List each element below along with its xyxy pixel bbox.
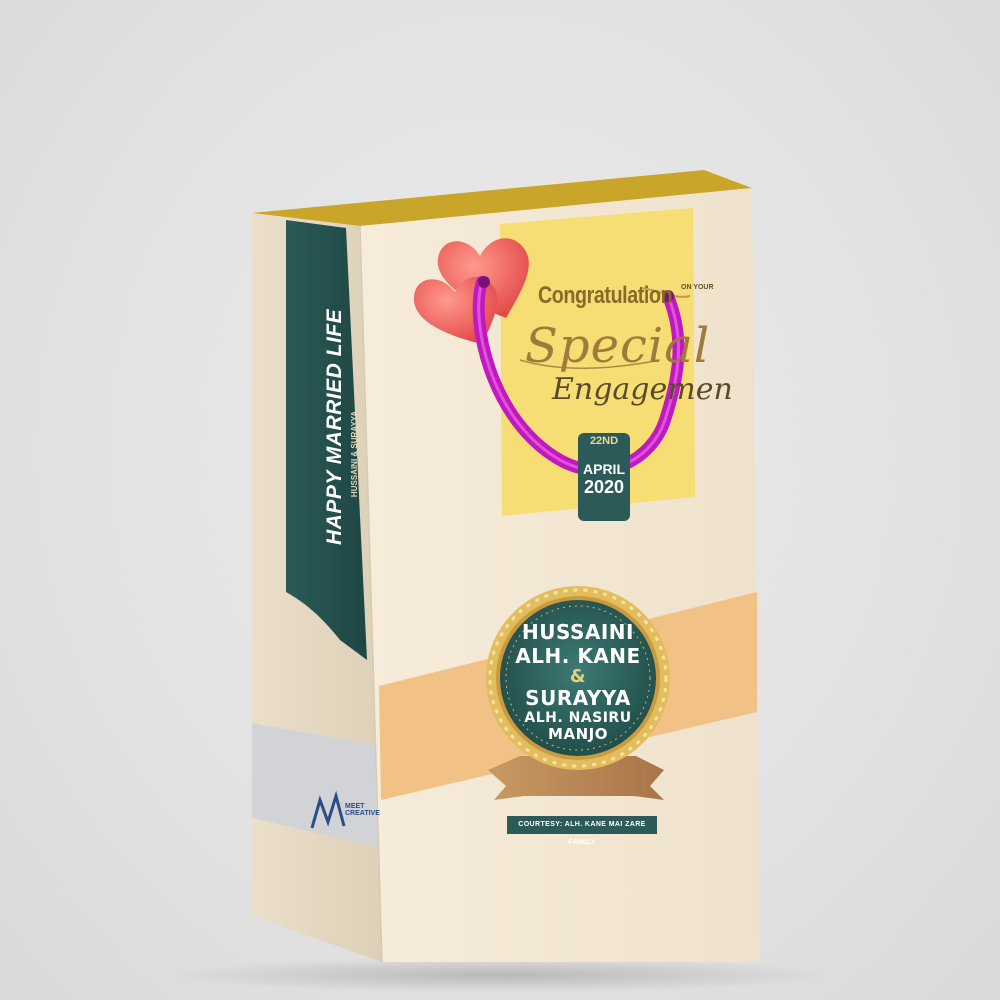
- date-month: APRIL: [583, 461, 625, 477]
- date-day: 22ND: [589, 435, 619, 447]
- seal-name-line-2: ALH. KANE: [515, 644, 641, 668]
- shopping-bag-illustration: [170, 170, 830, 993]
- brand-logo-line-1: MEET: [345, 803, 365, 810]
- congratulations-text: Congratulation: [538, 282, 673, 309]
- brand-logo-text: MEET CREATIVE: [345, 803, 380, 818]
- seal-name-line-1: HUSSAINI: [522, 620, 634, 644]
- seal-name-line-4: ALH. NASIRU: [524, 710, 632, 726]
- seal-name-line-3: SURAYYA: [525, 686, 631, 710]
- side-subtitle: HUSSAINI & SURAYYA: [350, 410, 359, 498]
- date-year: 2020: [583, 477, 625, 497]
- seal-name-line-5: MANJO: [548, 725, 608, 743]
- brand-logo-line-2: CREATIVE: [345, 810, 380, 818]
- engagement-text: Engagemen: [552, 372, 733, 407]
- seal-ampersand: &: [569, 666, 587, 687]
- courtesy-label: COURTESY: ALH. KANE MAI ZARE FAMILY: [507, 816, 657, 846]
- special-text: Special: [525, 318, 711, 374]
- floor-shadow: [170, 957, 830, 993]
- date-tab: 22ND APRIL 2020: [578, 433, 630, 521]
- on-your-text: ON YOUR: [681, 284, 714, 291]
- side-title: HAPPY MARRIED LIFE: [323, 308, 346, 545]
- bag-mockup-scene: Congratulation ON YOUR Special Engagemen…: [0, 0, 1000, 1000]
